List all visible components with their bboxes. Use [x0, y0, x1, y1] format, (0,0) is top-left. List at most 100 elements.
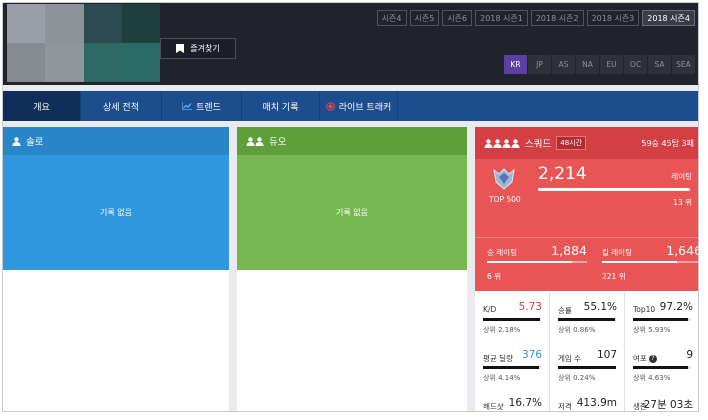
avatar-tile — [121, 4, 160, 43]
season-tab[interactable]: 2018 시즌3 — [586, 10, 640, 26]
stat-value: 107 — [596, 349, 617, 361]
stat-rank: 상위 5.93% — [633, 326, 671, 334]
duo-panel: 듀오 기록 없음 — [237, 127, 467, 411]
duo-empty-text: 기록 없음 — [336, 208, 368, 217]
squad-rating-rank: 13 위 — [673, 198, 692, 207]
stat-value: 413.9m — [576, 397, 617, 409]
region-tab[interactable]: JP — [528, 55, 551, 74]
squad-rating-label: 레이팅 — [671, 172, 692, 181]
squad-header: 스쿼드 48시간 59승 45탑 3패 — [475, 127, 698, 159]
app-frame: 즐겨찾기 시즌4 시즌5 시즌6 2018 시즌1 2018 시즌2 2018 시즌3 20… — [2, 2, 699, 412]
stat-rank: 상위 0.86% — [558, 326, 596, 334]
stat-cell: 여포? 9 상위 4.63% — [625, 339, 698, 387]
user-icon — [12, 136, 21, 146]
stat-rank: 상위 4.14% — [483, 374, 521, 382]
rank-tier-icon — [493, 168, 515, 190]
nav-tab[interactable]: 개요 — [3, 91, 81, 121]
duo-empty-state: 기록 없음 — [237, 155, 467, 270]
stat-bar — [633, 318, 691, 321]
stat-label: 평균 딜량 — [483, 353, 513, 364]
nav-tab-label: 개요 — [33, 102, 50, 113]
stat-value: 9 — [686, 349, 693, 361]
stat-bar — [483, 318, 541, 321]
stat-value: 5.73 — [518, 301, 542, 313]
nav-tab[interactable]: 라이브 트래커 — [320, 91, 398, 121]
kill-rating-value: 1,646 — [666, 243, 699, 258]
avatar-tile — [83, 43, 122, 82]
stat-label-text: K/D — [483, 305, 497, 314]
nav-tab[interactable]: 트렌드 — [162, 91, 242, 121]
season-tab[interactable]: 2018 시즌1 — [475, 10, 528, 26]
stat-cell: 게임 수 107 상위 0.24% — [550, 339, 625, 387]
region-tab[interactable]: OC — [624, 55, 647, 74]
nav-tab[interactable]: 매치 기록 — [242, 91, 320, 121]
stat-cell: 승률 55.1% 상위 0.86% — [550, 291, 625, 339]
stat-bar-fill — [633, 318, 688, 321]
squad-panel: 스쿼드 48시간 59승 45탑 3패 TOP 500 2,214 레이팅 13… — [475, 127, 699, 411]
users-icon — [246, 136, 264, 146]
stat-cell: 저격413.9m상위 1.43% — [550, 387, 625, 411]
favorite-label: 즐겨찾기 — [190, 44, 220, 53]
squad-users-icon — [484, 138, 520, 148]
season-tab[interactable]: 시즌6 — [442, 10, 473, 26]
top-500-label: TOP 500 — [489, 195, 521, 204]
stat-rank: 상위 0.24% — [558, 374, 596, 382]
stat-rank: 상위 4.63% — [633, 374, 671, 382]
season-tab[interactable]: 2018 시즌2 — [530, 10, 584, 26]
stat-label: 헤드샷 — [483, 401, 504, 411]
nav-tab-label: 매치 기록 — [262, 102, 299, 113]
region-tab[interactable]: AS — [552, 55, 575, 74]
stat-label-text: 여포 — [633, 354, 647, 363]
season-selector: 시즌4 시즌5 시즌6 2018 시즌1 2018 시즌2 2018 시즌3 2018 시즌… — [376, 10, 695, 26]
squad-title: 스쿼드 — [525, 139, 552, 150]
stat-value: 27분 03초 — [643, 399, 693, 411]
nav-tab-label: 트렌드 — [196, 102, 221, 113]
avatar-tile — [7, 43, 46, 82]
win-rating: 승 레이팅 1,884 6 위 — [487, 238, 587, 292]
region-tab[interactable]: SEA — [672, 55, 695, 74]
nav-tab[interactable]: 상세 전적 — [81, 91, 162, 121]
stat-value: 16.7% — [508, 397, 542, 409]
stat-value: 55.1% — [583, 301, 617, 313]
nav-tab-label: 상세 전적 — [103, 102, 139, 113]
stat-value: 97.2% — [659, 301, 693, 313]
stat-bar-fill — [558, 366, 616, 369]
region-tab[interactable]: NA — [576, 55, 599, 74]
solo-title: 솔로 — [26, 137, 44, 148]
hours-badge: 48시간 — [556, 136, 587, 150]
squad-sub-ratings: 승 레이팅 1,884 6 위 킬 레이팅 1,646 221 위 — [475, 237, 699, 292]
stat-label-text: 게임 수 — [558, 354, 582, 363]
kill-rating: 킬 레이팅 1,646 221 위 — [602, 238, 699, 292]
win-rating-value: 1,884 — [551, 243, 587, 258]
kill-rating-rank: 221 위 — [602, 272, 626, 281]
solo-panel: 솔로 기록 없음 — [3, 127, 229, 411]
season-tab[interactable]: 2018 시즌4 — [642, 10, 695, 26]
stat-bar — [558, 318, 616, 321]
main-nav: 개요 상세 전적 트렌드 매치 기록 라이브 트래커 — [3, 91, 698, 121]
avatar-tile — [45, 4, 84, 43]
stat-label-text: 평균 딜량 — [483, 354, 513, 363]
region-tab[interactable]: SA — [648, 55, 671, 74]
season-tab[interactable]: 시즌5 — [409, 10, 440, 26]
region-tab[interactable]: EU — [600, 55, 623, 74]
season-tab[interactable]: 시즌4 — [376, 10, 407, 26]
stat-label-text: 저격 — [558, 402, 572, 411]
favorite-button[interactable]: 즐겨찾기 — [160, 38, 236, 59]
avatar-tile — [121, 43, 160, 82]
avatar — [7, 4, 160, 82]
stat-cell: K/D 5.73 상위 2.18% — [475, 291, 550, 339]
stat-bar-fill — [558, 318, 616, 321]
solo-empty-state: 기록 없음 — [3, 155, 229, 270]
squad-rating-value: 2,214 — [538, 164, 587, 184]
squad-stats-grid: K/D 5.73 상위 2.18% 승률 55.1% 상위 0.86% Top10 97.2%… — [475, 291, 698, 411]
stat-rank: 상위 2.18% — [483, 326, 521, 334]
avatar-tile — [45, 43, 84, 82]
region-tab[interactable]: KR — [504, 55, 527, 74]
squad-record: 59승 45탑 3패 — [641, 138, 694, 148]
kill-rating-label: 킬 레이팅 — [602, 248, 632, 257]
solo-empty-text: 기록 없음 — [100, 208, 132, 217]
stat-bar-fill — [483, 366, 539, 369]
stat-label-text: 헤드샷 — [483, 402, 504, 411]
stat-label: K/D — [483, 305, 496, 314]
help-icon[interactable]: ? — [648, 354, 657, 363]
